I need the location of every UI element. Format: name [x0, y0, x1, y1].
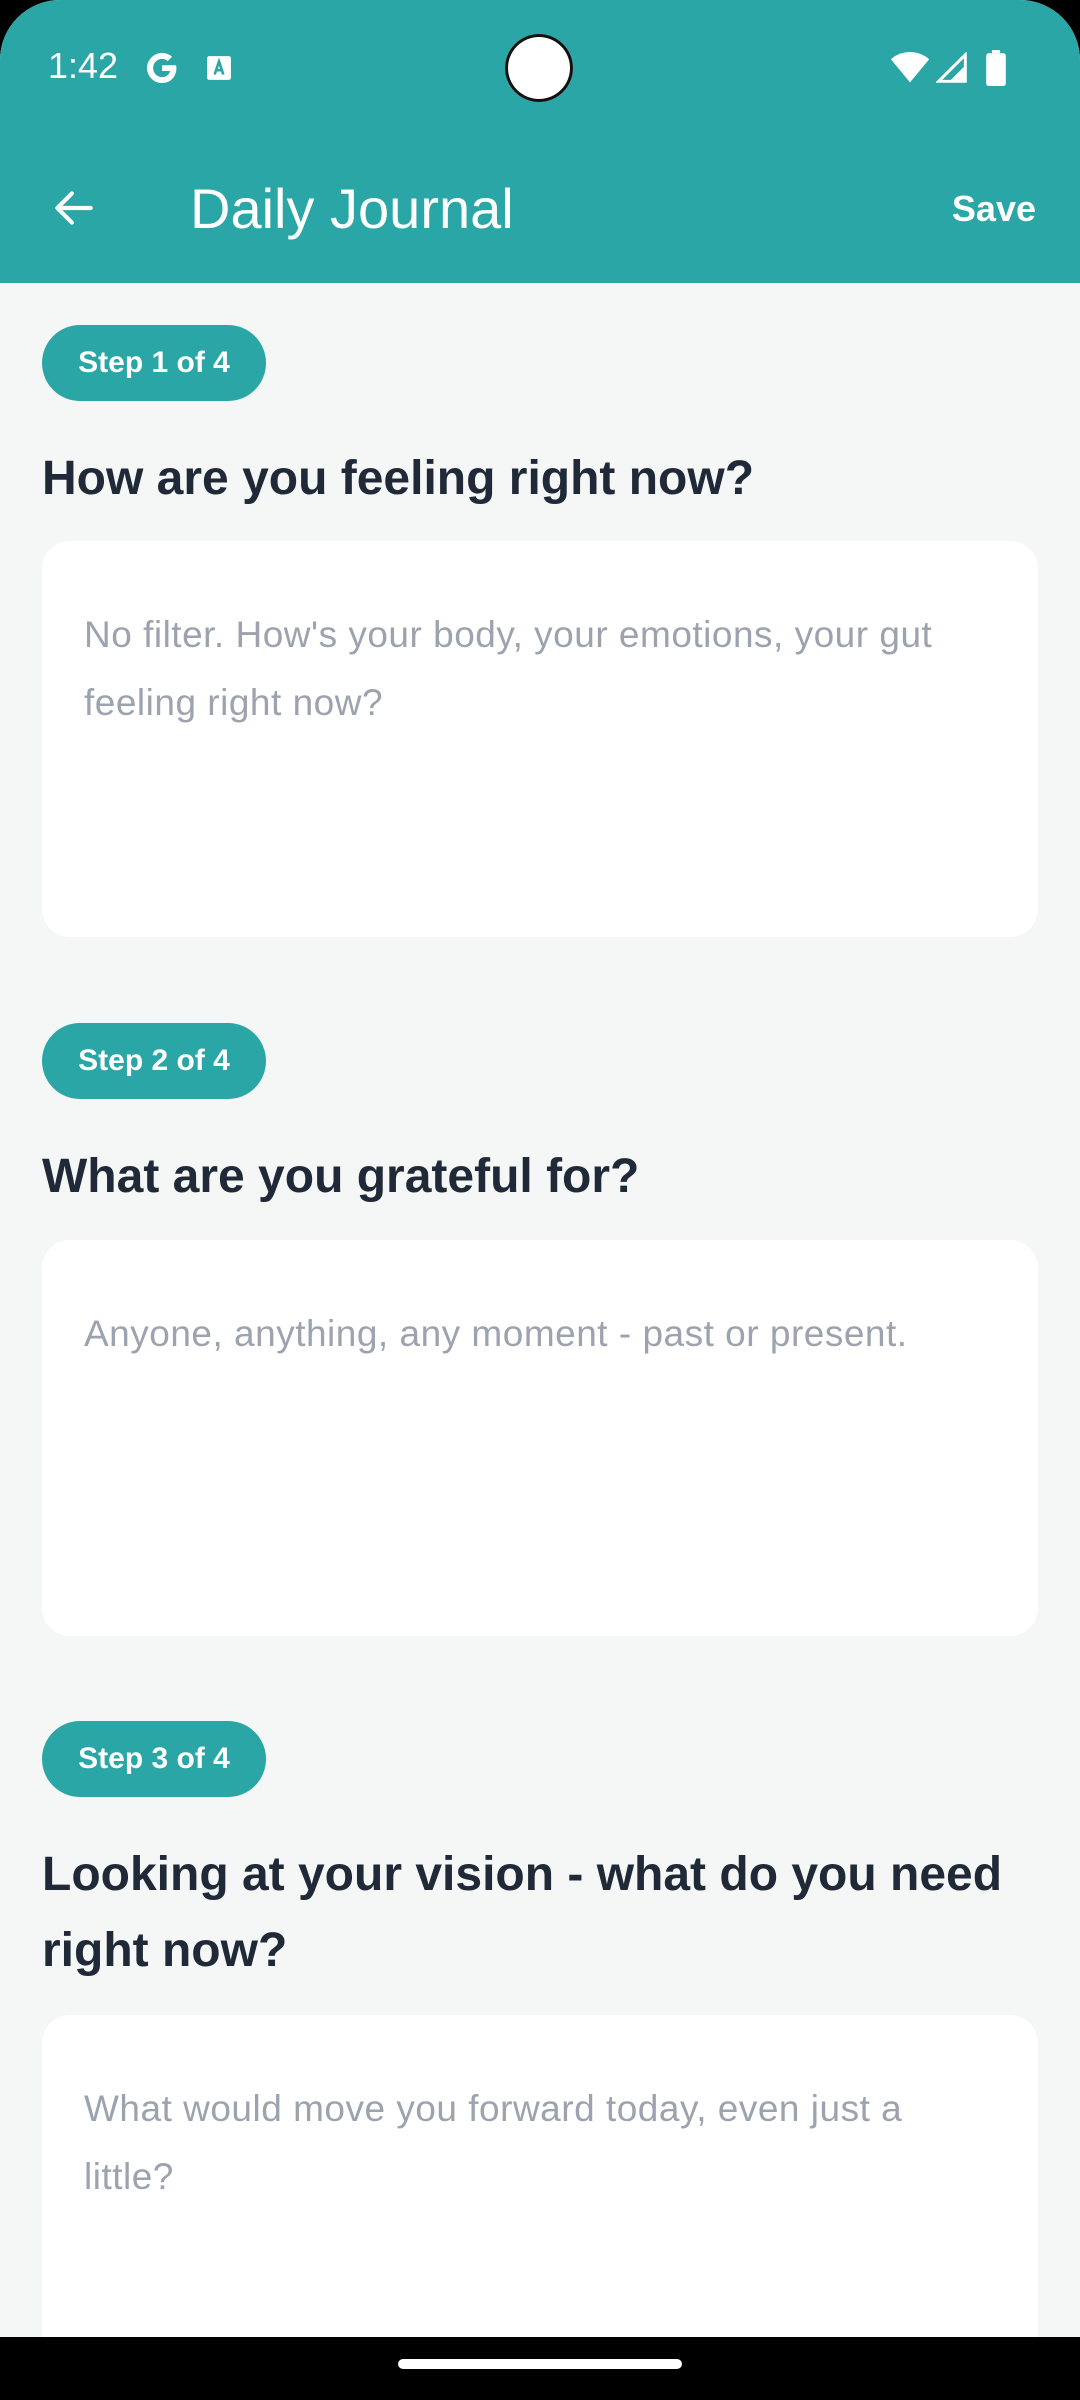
home-indicator[interactable] [398, 2359, 682, 2369]
signal-icon [936, 52, 967, 83]
battery-icon [986, 50, 1006, 86]
front-camera [505, 34, 573, 102]
answer-card [42, 1240, 1038, 1636]
save-button[interactable]: Save [952, 188, 1036, 230]
question-title: Looking at your vision - what do you nee… [42, 1848, 1003, 1977]
status-time: 1:42 [48, 45, 119, 86]
step-badge: Step 2 of 4 [42, 1023, 266, 1099]
page-title: Daily Journal [190, 177, 514, 240]
system-nav-bar [0, 2337, 1080, 2400]
back-button[interactable] [36, 170, 112, 246]
feeling-input[interactable] [42, 541, 1038, 937]
google-icon [146, 52, 177, 84]
screen: 1:42 Daily Journal Save Step 1 of 4 How … [0, 0, 1080, 2400]
step-badge: Step 3 of 4 [42, 1721, 266, 1797]
question-title: How are you feeling right now? [42, 452, 755, 505]
step-badge: Step 1 of 4 [42, 325, 266, 401]
gratitude-input[interactable] [42, 1240, 1038, 1636]
answer-card [42, 541, 1038, 937]
arrow-left-icon [55, 191, 93, 225]
wifi-icon [890, 52, 930, 83]
app-bar: Daily Journal Save [0, 140, 1080, 283]
question-title: What are you grateful for? [42, 1150, 640, 1203]
status-bar: 1:42 [0, 0, 1080, 140]
translate-icon [207, 56, 231, 80]
